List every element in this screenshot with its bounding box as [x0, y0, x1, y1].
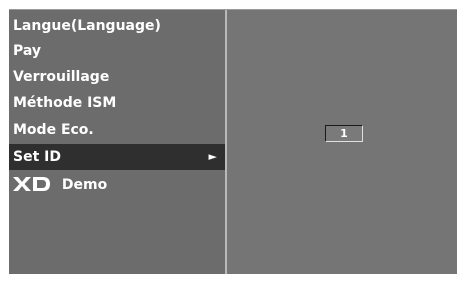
menu-item-eco-mode[interactable]: Mode Eco. [9, 117, 225, 143]
set-id-value-box[interactable]: 1 [325, 125, 363, 142]
arrow-right-icon: ► [208, 150, 217, 163]
menu-item-label: Set ID [13, 149, 61, 165]
menu-item-label: Verrouillage [13, 69, 110, 85]
menu-item-label: Demo [61, 177, 108, 193]
tv-menu-screen: Langue(Language) Pay Verrouillage Méthod… [9, 9, 457, 274]
menu-item-label: Mode Eco. [13, 122, 94, 138]
menu-item-ism-method[interactable]: Méthode ISM [9, 90, 225, 116]
menu-item-xd-demo[interactable]: Demo [9, 172, 225, 198]
set-id-value: 1 [340, 127, 348, 140]
xd-logo-icon [13, 176, 50, 191]
menu-item-label: Pay [13, 43, 42, 59]
settings-panel: 1 [227, 10, 457, 274]
menu-item-label: Langue(Language) [13, 18, 161, 34]
menu-panel: Langue(Language) Pay Verrouillage Méthod… [9, 10, 225, 274]
menu-item-label: Méthode ISM [13, 95, 117, 111]
menu-item-set-id[interactable]: Set ID ► [9, 144, 225, 170]
menu-item-country[interactable]: Pay [9, 38, 225, 64]
menu-item-lock[interactable]: Verrouillage [9, 64, 225, 90]
menu-item-language[interactable]: Langue(Language) [9, 13, 225, 39]
